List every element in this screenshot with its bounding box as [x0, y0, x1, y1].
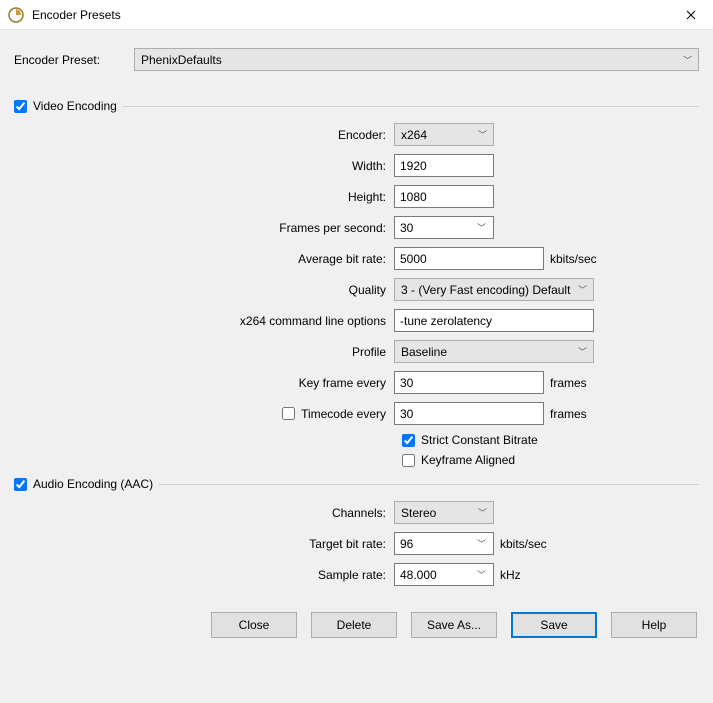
preset-row: Encoder Preset: PhenixDefaults ﹀	[14, 48, 699, 71]
height-input[interactable]	[394, 185, 494, 208]
cmdline-label: x264 command line options	[14, 314, 394, 328]
timecode-input[interactable]	[394, 402, 544, 425]
channels-select[interactable]: Stereo ﹀	[394, 501, 494, 524]
timecode-label: Timecode every	[301, 407, 386, 421]
window-title: Encoder Presets	[32, 8, 668, 22]
chevron-down-icon: ﹀	[474, 534, 489, 553]
keyframe-aligned-checkbox[interactable]	[402, 454, 415, 467]
close-button[interactable]	[668, 0, 713, 30]
avg-bitrate-label: Average bit rate:	[14, 252, 394, 266]
profile-value: Baseline	[401, 345, 447, 359]
keyframe-input[interactable]	[394, 371, 544, 394]
fps-combo[interactable]: 30 ﹀	[394, 216, 494, 239]
chevron-down-icon: ﹀	[578, 283, 587, 296]
cmdline-input[interactable]	[394, 309, 594, 332]
preset-value: PhenixDefaults	[141, 53, 222, 67]
channels-label: Channels:	[14, 506, 394, 520]
divider	[123, 106, 699, 107]
app-icon	[8, 7, 24, 23]
target-bitrate-combo[interactable]: 96 ﹀	[394, 532, 494, 555]
audio-encoding-checkbox[interactable]	[14, 478, 27, 491]
save-button[interactable]: Save	[511, 612, 597, 638]
chevron-down-icon: ﹀	[683, 53, 692, 66]
delete-button[interactable]: Delete	[311, 612, 397, 638]
sample-rate-label: Sample rate:	[14, 568, 394, 582]
video-group-header: Video Encoding	[14, 99, 699, 113]
sample-rate-unit: kHz	[500, 568, 521, 582]
preset-select[interactable]: PhenixDefaults ﹀	[134, 48, 699, 71]
timecode-unit: frames	[550, 407, 587, 421]
audio-encoding-label: Audio Encoding (AAC)	[33, 477, 153, 491]
keyframe-unit: frames	[550, 376, 587, 390]
audio-group-header: Audio Encoding (AAC)	[14, 477, 699, 491]
video-encoding-label: Video Encoding	[33, 99, 117, 113]
keyframe-label: Key frame every	[14, 376, 394, 390]
quality-select[interactable]: 3 - (Very Fast encoding) Default ﹀	[394, 278, 594, 301]
timecode-checkbox[interactable]	[282, 407, 295, 420]
chevron-down-icon: ﹀	[474, 565, 489, 584]
profile-select[interactable]: Baseline ﹀	[394, 340, 594, 363]
chevron-down-icon: ﹀	[474, 218, 489, 237]
preset-label: Encoder Preset:	[14, 53, 134, 67]
chevron-down-icon: ﹀	[478, 506, 487, 519]
title-bar: Encoder Presets	[0, 0, 713, 30]
strict-cbr-checkbox[interactable]	[402, 434, 415, 447]
close-dialog-button[interactable]: Close	[211, 612, 297, 638]
height-label: Height:	[14, 190, 394, 204]
quality-label: Quality	[14, 283, 394, 297]
target-bitrate-value: 96	[400, 537, 413, 551]
quality-value: 3 - (Very Fast encoding) Default	[401, 283, 570, 297]
profile-label: Profile	[14, 345, 394, 359]
width-label: Width:	[14, 159, 394, 173]
video-encoding-checkbox[interactable]	[14, 100, 27, 113]
sample-rate-value: 48.000	[400, 568, 437, 582]
button-bar: Close Delete Save As... Save Help	[14, 612, 699, 638]
target-bitrate-label: Target bit rate:	[14, 537, 394, 551]
strict-cbr-label: Strict Constant Bitrate	[421, 433, 538, 447]
fps-label: Frames per second:	[14, 221, 394, 235]
encoder-value: x264	[401, 128, 427, 142]
sample-rate-combo[interactable]: 48.000 ﹀	[394, 563, 494, 586]
keyframe-aligned-label: Keyframe Aligned	[421, 453, 515, 467]
save-as-button[interactable]: Save As...	[411, 612, 497, 638]
channels-value: Stereo	[401, 506, 436, 520]
dialog-body: Encoder Preset: PhenixDefaults ﹀ Video E…	[0, 30, 713, 652]
fps-value: 30	[400, 221, 413, 235]
avg-bitrate-input[interactable]	[394, 247, 544, 270]
chevron-down-icon: ﹀	[578, 345, 587, 358]
avg-bitrate-unit: kbits/sec	[550, 252, 597, 266]
width-input[interactable]	[394, 154, 494, 177]
encoder-select[interactable]: x264 ﹀	[394, 123, 494, 146]
encoder-label: Encoder:	[14, 128, 394, 142]
target-bitrate-unit: kbits/sec	[500, 537, 547, 551]
chevron-down-icon: ﹀	[478, 128, 487, 141]
divider	[159, 484, 699, 485]
help-button[interactable]: Help	[611, 612, 697, 638]
